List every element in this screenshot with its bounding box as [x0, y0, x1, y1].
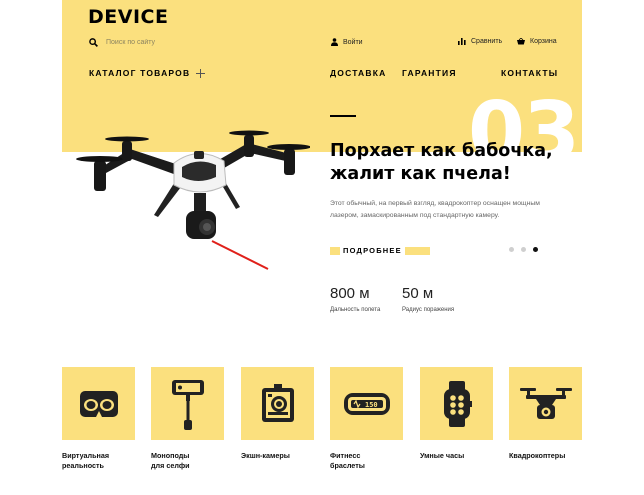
- slide-headline: Порхает как бабочка, жалит как пчела!: [330, 141, 553, 184]
- compare-label: Сравнить: [471, 38, 503, 45]
- drone-image: [76, 130, 310, 270]
- category-name-line2: браслеты: [330, 461, 365, 470]
- category-name: Виртуальная реальность: [62, 451, 135, 471]
- category-name: Экшн-камеры: [241, 451, 314, 461]
- search-bar[interactable]: [89, 38, 266, 47]
- category-name-line1: Фитнесс: [330, 451, 361, 460]
- search-input[interactable]: [106, 39, 266, 46]
- category-tile[interactable]: [420, 367, 493, 440]
- category-name: Фитнесс браслеты: [330, 451, 403, 471]
- nav-catalog[interactable]: КАТАЛОГ ТОВАРОВ: [89, 68, 206, 78]
- plus-icon: [196, 68, 206, 78]
- action-camera-icon: [261, 383, 294, 422]
- compare-link[interactable]: Сравнить: [458, 38, 502, 45]
- stat-radius-label: Радиус поражения: [402, 307, 455, 313]
- category-name: Умные часы: [420, 451, 493, 461]
- search-icon[interactable]: [89, 38, 98, 47]
- category-name-line1: Моноподы: [151, 451, 190, 460]
- stat-range: 800 м Дальность полета: [330, 285, 380, 313]
- category-name-line1: Экшн-камеры: [241, 451, 290, 460]
- category-action-cams[interactable]: Экшн-камеры: [241, 367, 314, 461]
- nav-contacts[interactable]: КОНТАКТЫ: [501, 68, 558, 78]
- cart-icon: [517, 38, 525, 45]
- category-name: Моноподы для селфи: [151, 451, 224, 471]
- vr-headset-icon: [79, 390, 118, 417]
- more-button[interactable]: ПОДРОБНЕЕ: [330, 245, 430, 257]
- quadcopter-icon: [519, 387, 572, 419]
- category-quadcopters[interactable]: Квадрокоптеры: [509, 367, 582, 461]
- logo[interactable]: DEVICE: [88, 6, 168, 28]
- category-name-line2: для селфи: [151, 461, 190, 470]
- smart-watch-icon: [443, 380, 472, 427]
- slider-dot-2[interactable]: [521, 247, 526, 252]
- category-tile[interactable]: [241, 367, 314, 440]
- stat-range-value: 800 м: [330, 285, 370, 302]
- fitness-band-icon: 150: [343, 392, 390, 415]
- nav-catalog-label: КАТАЛОГ ТОВАРОВ: [89, 68, 191, 78]
- category-name-line1: Виртуальная: [62, 451, 110, 460]
- nav-delivery[interactable]: ДОСТАВКА: [330, 68, 386, 78]
- cart-link[interactable]: Корзина: [517, 38, 557, 45]
- category-tile[interactable]: [509, 367, 582, 440]
- slide-description: Этот обычный, на первый взгляд, квадроко…: [330, 200, 540, 219]
- category-tile[interactable]: [62, 367, 135, 440]
- login-label: Войти: [343, 38, 363, 46]
- slider-dot-3[interactable]: [533, 247, 538, 252]
- slider-dots: [509, 247, 538, 252]
- category-vr[interactable]: Виртуальная реальность: [62, 367, 135, 471]
- user-icon: [331, 38, 338, 46]
- category-smartwatch[interactable]: Умные часы: [420, 367, 493, 461]
- nav-warranty[interactable]: ГАРАНТИЯ: [402, 68, 457, 78]
- category-name: Квадрокоптеры: [509, 451, 582, 461]
- stat-radius: 50 м Радиус поражения: [402, 285, 454, 313]
- compare-icon: [458, 38, 466, 45]
- more-button-label: ПОДРОБНЕЕ: [340, 245, 405, 257]
- fitness-band-display: 150: [365, 401, 378, 409]
- selfie-stick-icon: [171, 379, 204, 430]
- category-name-line1: Квадрокоптеры: [509, 451, 566, 460]
- headline-divider: [330, 115, 356, 117]
- category-selfie[interactable]: Моноподы для селфи: [151, 367, 224, 471]
- category-tile[interactable]: 150: [330, 367, 403, 440]
- category-name-line2: реальность: [62, 461, 104, 470]
- login-link[interactable]: Войти: [331, 38, 363, 46]
- stat-range-label: Дальность полета: [330, 307, 381, 313]
- stat-radius-value: 50 м: [402, 285, 434, 302]
- category-name-line1: Умные часы: [420, 451, 465, 460]
- cart-label: Корзина: [530, 38, 557, 45]
- slider-dot-1[interactable]: [509, 247, 514, 252]
- category-tile[interactable]: [151, 367, 224, 440]
- category-fitness[interactable]: 150 Фитнесс браслеты: [330, 367, 403, 471]
